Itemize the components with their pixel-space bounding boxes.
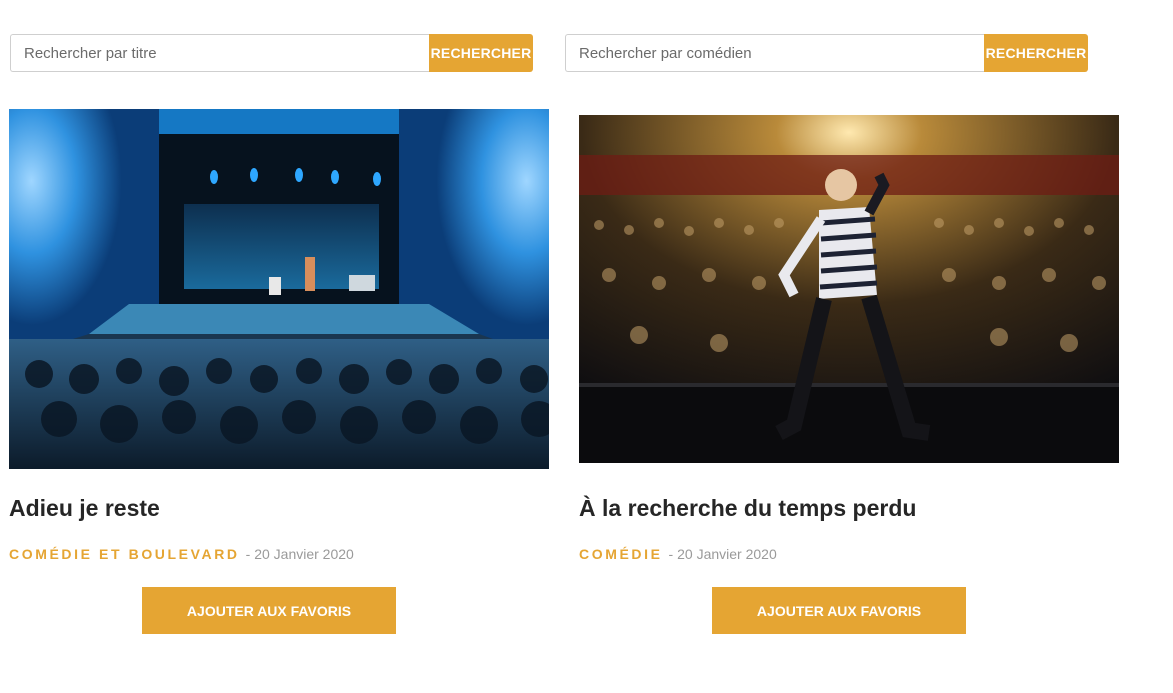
show-image[interactable] xyxy=(9,109,549,469)
title-search-bar: RECHERCHER xyxy=(10,34,533,72)
show-title[interactable]: À la recherche du temps perdu xyxy=(579,495,916,522)
actor-search-bar: RECHERCHER xyxy=(565,34,1088,72)
show-date: 20 Janvier 2020 xyxy=(677,546,777,562)
actor-search-input[interactable] xyxy=(565,34,984,72)
show-card: À la recherche du temps perdu COMÉDIE - 2… xyxy=(579,109,1119,639)
show-date: 20 Janvier 2020 xyxy=(254,546,354,562)
meta-separator: - xyxy=(245,546,251,562)
meta-separator: - xyxy=(668,546,674,562)
add-to-favorites-button[interactable]: AJOUTER AUX FAVORIS xyxy=(142,587,396,634)
show-image[interactable] xyxy=(579,115,1119,463)
title-search-button[interactable]: RECHERCHER xyxy=(429,34,533,72)
add-to-favorites-button[interactable]: AJOUTER AUX FAVORIS xyxy=(712,587,966,634)
actor-search-button[interactable]: RECHERCHER xyxy=(984,34,1088,72)
show-title[interactable]: Adieu je reste xyxy=(9,495,160,522)
title-search-input[interactable] xyxy=(10,34,429,72)
show-card: Adieu je reste COMÉDIE ET BOULEVARD - 20 … xyxy=(9,109,549,639)
show-category[interactable]: COMÉDIE ET BOULEVARD xyxy=(9,546,240,562)
show-meta: COMÉDIE ET BOULEVARD - 20 Janvier 2020 xyxy=(9,546,354,562)
show-meta: COMÉDIE - 20 Janvier 2020 xyxy=(579,546,777,562)
show-category[interactable]: COMÉDIE xyxy=(579,546,663,562)
